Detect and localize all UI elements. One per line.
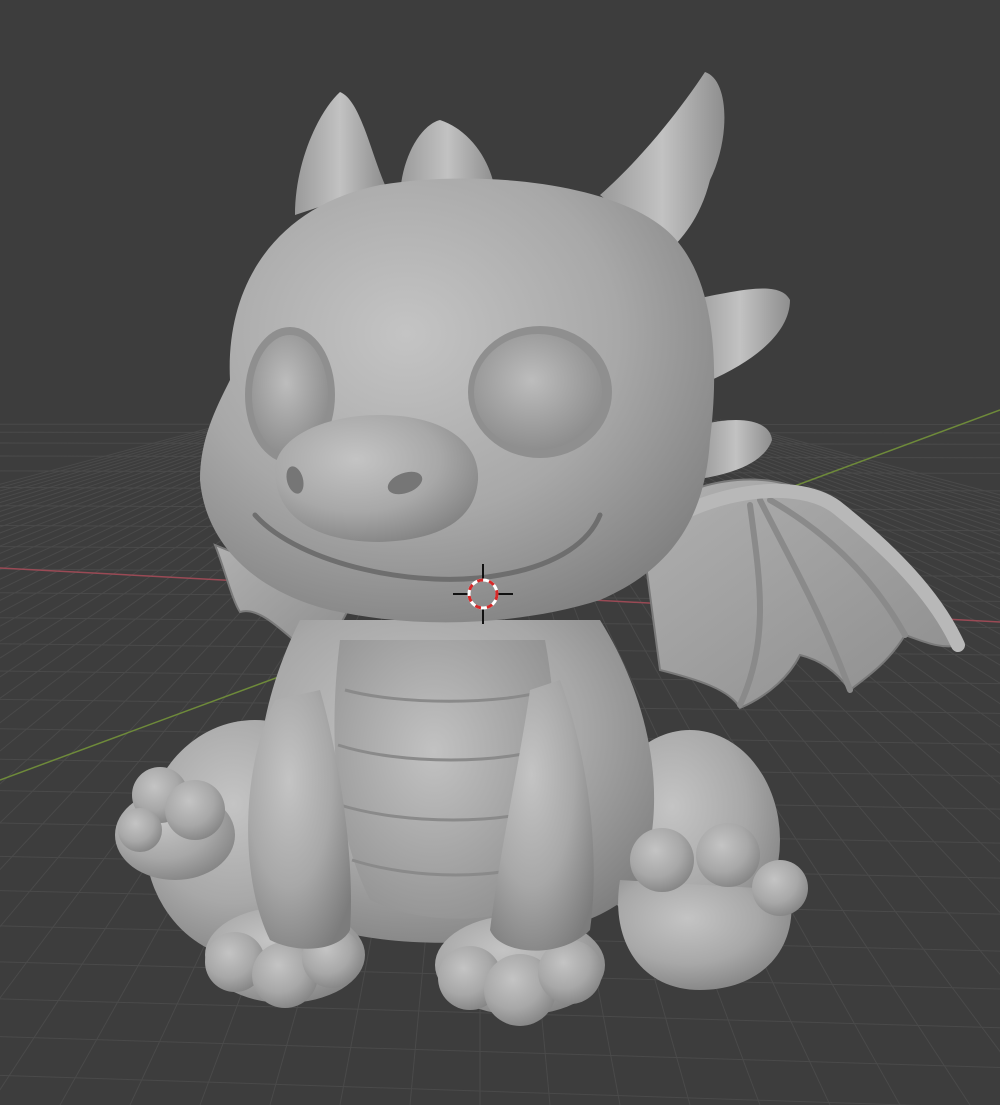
dragon-snout: [275, 415, 479, 542]
viewport-canvas[interactable]: [0, 0, 1000, 1105]
3d-viewport[interactable]: [0, 0, 1000, 1105]
dragon-eye-right: [468, 326, 612, 458]
